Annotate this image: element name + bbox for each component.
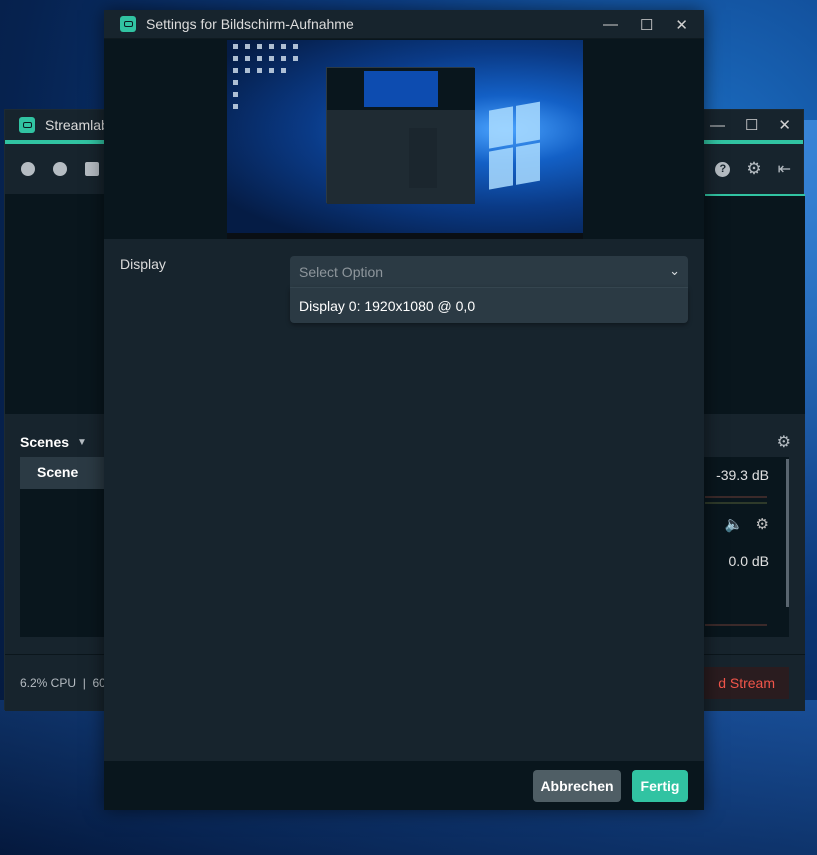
- display-field-label: Display: [120, 256, 166, 272]
- dialog-body: Display Select Option ⌄ Display 0: 1920x…: [104, 239, 704, 761]
- speaker-icon[interactable]: 🔈: [725, 515, 744, 533]
- close-icon[interactable]: ✕: [778, 116, 791, 134]
- stats-separator: |: [82, 676, 86, 690]
- end-stream-button[interactable]: d Stream: [693, 667, 789, 699]
- source-preview: [104, 39, 704, 239]
- mixer-level: 0.0 dB: [728, 553, 769, 569]
- store-icon[interactable]: [85, 162, 99, 176]
- display-option[interactable]: Display 0: 1920x1080 @ 0,0: [290, 288, 688, 324]
- streamlabs-logo-icon: [19, 117, 35, 133]
- cancel-button[interactable]: Abbrechen: [533, 770, 621, 802]
- nested-dialog-thumbnail: [326, 67, 475, 204]
- cpu-usage: 6.2% CPU: [20, 676, 77, 690]
- dashboard-icon[interactable]: [21, 162, 35, 176]
- chevron-down-icon[interactable]: ⌄: [669, 263, 680, 279]
- mixer-scrollbar[interactable]: [786, 459, 789, 607]
- close-icon[interactable]: ✕: [675, 16, 688, 34]
- desktop-icons: [231, 42, 311, 122]
- display-options-list: Display 0: 1920x1080 @ 0,0: [290, 287, 688, 323]
- dialog-title: Settings for Bildschirm-Aufnahme: [146, 16, 354, 32]
- mixer-level: -39.3 dB: [716, 467, 769, 483]
- windows-logo-icon: [489, 101, 541, 190]
- caret-down-icon[interactable]: ▼: [77, 437, 87, 448]
- scenes-title: Scenes: [20, 434, 70, 450]
- collapse-icon[interactable]: ⇤: [778, 159, 791, 179]
- minimize-icon[interactable]: —: [603, 16, 618, 33]
- volume-meter: [705, 496, 767, 498]
- desktop-capture-thumbnail: [227, 40, 583, 239]
- scenes-header[interactable]: Scenes ▼: [20, 434, 87, 450]
- volume-meter: [705, 624, 767, 626]
- mixer-gear-icon[interactable]: ⚙: [777, 432, 791, 452]
- mixer-source-gear-icon[interactable]: ⚙: [756, 515, 769, 533]
- done-button[interactable]: Fertig: [632, 770, 688, 802]
- accent-line: [705, 194, 805, 196]
- volume-slider[interactable]: [705, 502, 767, 504]
- minimize-icon[interactable]: —: [710, 117, 725, 134]
- display-select[interactable]: Select Option ⌄: [290, 256, 688, 287]
- maximize-icon[interactable]: ☐: [745, 116, 758, 134]
- chat-icon[interactable]: [53, 162, 67, 176]
- streamlabs-logo-icon: [120, 16, 136, 32]
- settings-dialog: Settings for Bildschirm-Aufnahme — ☐ ✕ D…: [104, 10, 704, 810]
- select-placeholder: Select Option: [299, 264, 384, 280]
- performance-stats: 6.2% CPU | 60: [20, 676, 106, 690]
- maximize-icon[interactable]: ☐: [640, 16, 653, 34]
- help-icon[interactable]: ?: [715, 161, 731, 177]
- settings-gear-icon[interactable]: ⚙: [746, 159, 761, 179]
- dialog-footer: Abbrechen Fertig: [104, 761, 704, 810]
